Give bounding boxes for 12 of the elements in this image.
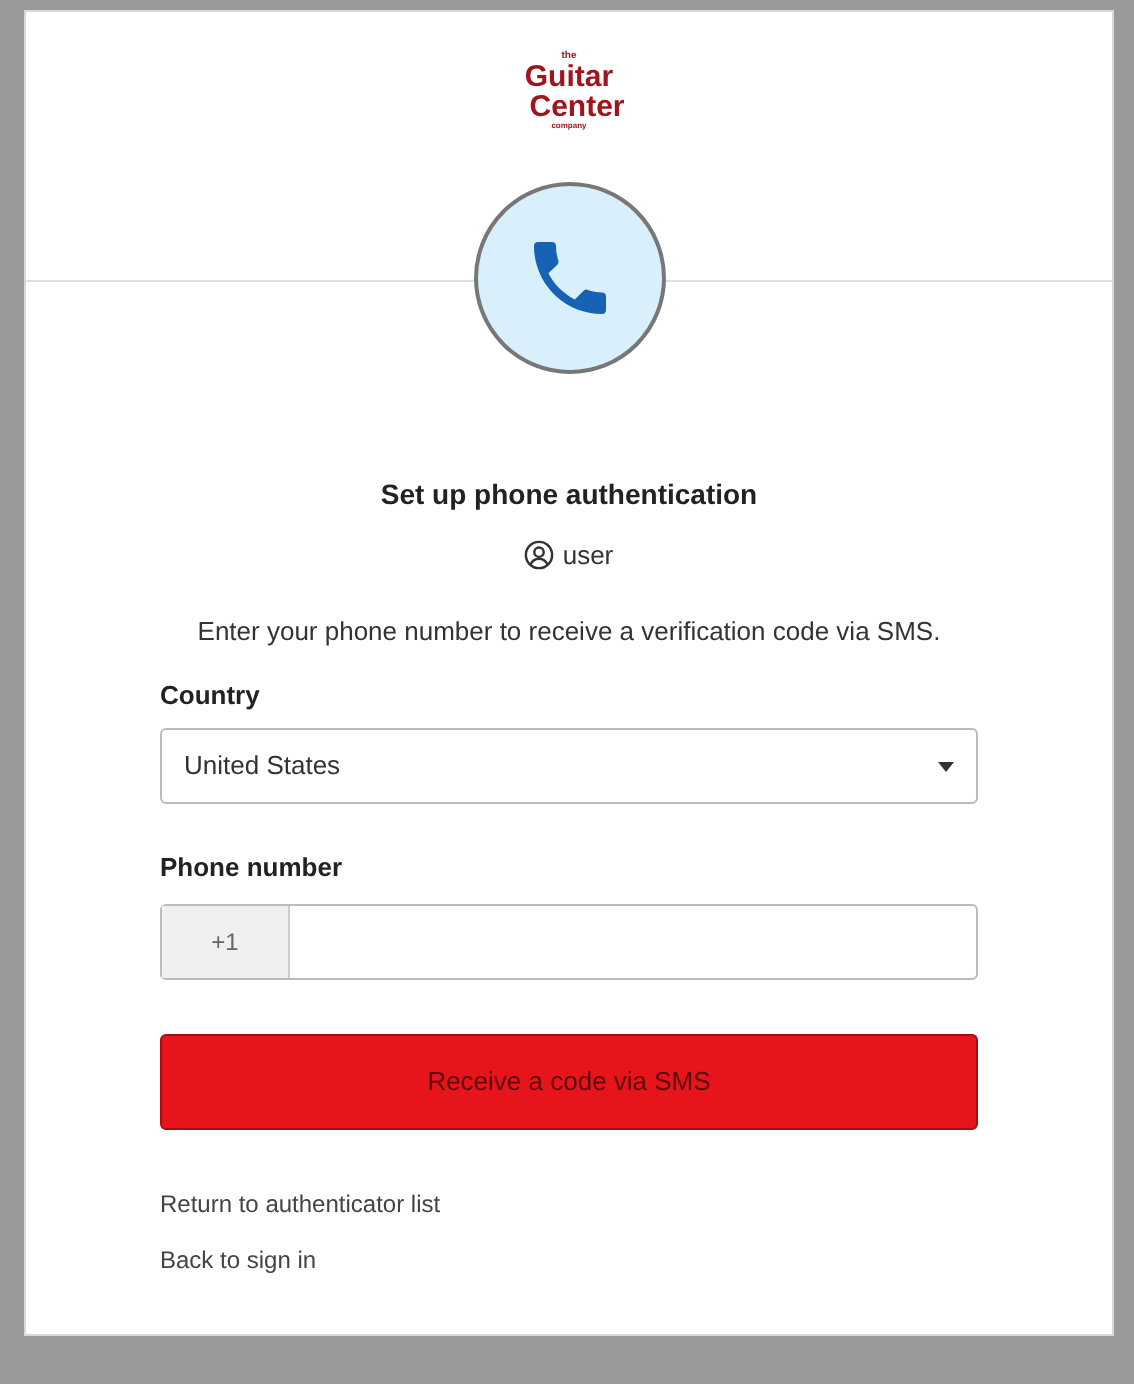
country-code: +1: [162, 905, 290, 977]
user-icon: [524, 540, 555, 571]
dropdown-caret-icon: [938, 761, 954, 771]
page-title: Set up phone authentication: [378, 476, 760, 514]
instructions: Enter your phone number to receive a verification code via SMS.: [195, 613, 943, 650]
username: user: [562, 538, 614, 574]
phone-field[interactable]: +1: [160, 903, 978, 979]
text-link[interactable]: Return to authenticator list: [160, 1185, 441, 1221]
country-label: Country: [160, 677, 262, 714]
phone-label: Phone number: [160, 850, 345, 886]
text-link[interactable]: Back to sign in: [160, 1241, 317, 1277]
country-select[interactable]: United States: [160, 728, 978, 804]
